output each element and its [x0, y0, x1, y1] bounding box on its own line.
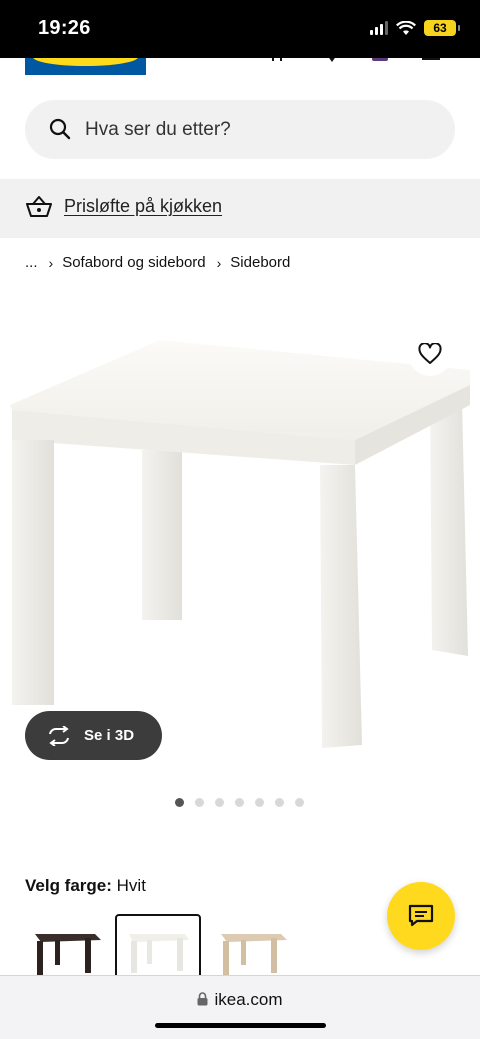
home-indicator: [155, 1023, 326, 1028]
search-bar[interactable]: Hva ser du etter?: [25, 100, 455, 159]
color-label-title: Velg farge:: [25, 876, 112, 895]
breadcrumb-item[interactable]: Sofabord og sidebord: [62, 254, 205, 271]
status-bar: 19:26 63: [0, 0, 480, 58]
black-brown-table-thumbnail: [35, 934, 101, 976]
url-text: ikea.com: [214, 990, 283, 1009]
search-input[interactable]: Hva ser du etter?: [85, 119, 231, 141]
battery-icon: 63: [424, 20, 460, 36]
favorite-button[interactable]: [408, 332, 452, 376]
table-leg: [12, 440, 54, 705]
table-leg: [320, 465, 362, 748]
oak-table-thumbnail: [221, 934, 287, 976]
swatch-black-brown[interactable]: [25, 914, 111, 976]
ikea-logo[interactable]: [25, 58, 146, 75]
color-value: Hvit: [116, 876, 146, 895]
table-leg: [430, 402, 468, 656]
table-leg: [142, 450, 182, 620]
swatch-white-stained-oak[interactable]: [211, 914, 297, 976]
gallery-pagination: [175, 798, 304, 807]
url-display[interactable]: ikea.com: [0, 990, 480, 1010]
chevron-right-icon: ›: [216, 254, 222, 271]
breadcrumb: ... › Sofabord og sidebord › Sidebord: [25, 254, 290, 271]
chat-icon: [408, 904, 434, 927]
signal-icon: [370, 21, 388, 35]
color-label: Velg farge: Hvit: [25, 876, 146, 896]
view-3d-label: Se i 3D: [84, 727, 135, 744]
pagination-dot[interactable]: [175, 798, 184, 807]
pagination-dot[interactable]: [255, 798, 264, 807]
chevron-right-icon: ›: [48, 254, 54, 271]
status-time: 19:26: [38, 17, 91, 39]
profile-icon[interactable]: [372, 58, 388, 62]
breadcrumb-item[interactable]: ...: [25, 254, 38, 271]
breadcrumb-item[interactable]: Sidebord: [230, 254, 290, 271]
heart-icon: [418, 343, 442, 364]
pagination-dot[interactable]: [275, 798, 284, 807]
battery-level: 63: [433, 21, 447, 35]
pagination-dot[interactable]: [295, 798, 304, 807]
promo-link[interactable]: Prisløfte på kjøkken: [64, 196, 222, 217]
pagination-dot[interactable]: [235, 798, 244, 807]
cart-icon[interactable]: [422, 58, 440, 62]
browser-address-bar[interactable]: ikea.com: [0, 975, 480, 1039]
lock-icon: [197, 992, 208, 1006]
store-icon[interactable]: [270, 58, 286, 62]
white-table-thumbnail: [129, 934, 189, 973]
status-icons: 63: [370, 20, 460, 36]
swatch-white[interactable]: [115, 914, 201, 976]
search-icon: [49, 118, 71, 140]
view-3d-button[interactable]: Se i 3D: [25, 711, 162, 760]
basket-icon: [26, 196, 52, 217]
pagination-dot[interactable]: [215, 798, 224, 807]
rotate-3d-icon: [49, 725, 69, 746]
site-header: [0, 58, 480, 98]
promo-banner[interactable]: Prisløfte på kjøkken: [0, 179, 480, 238]
pagination-dot[interactable]: [195, 798, 204, 807]
location-icon[interactable]: [326, 58, 342, 62]
chat-button[interactable]: [387, 882, 455, 950]
wifi-icon: [396, 20, 416, 35]
